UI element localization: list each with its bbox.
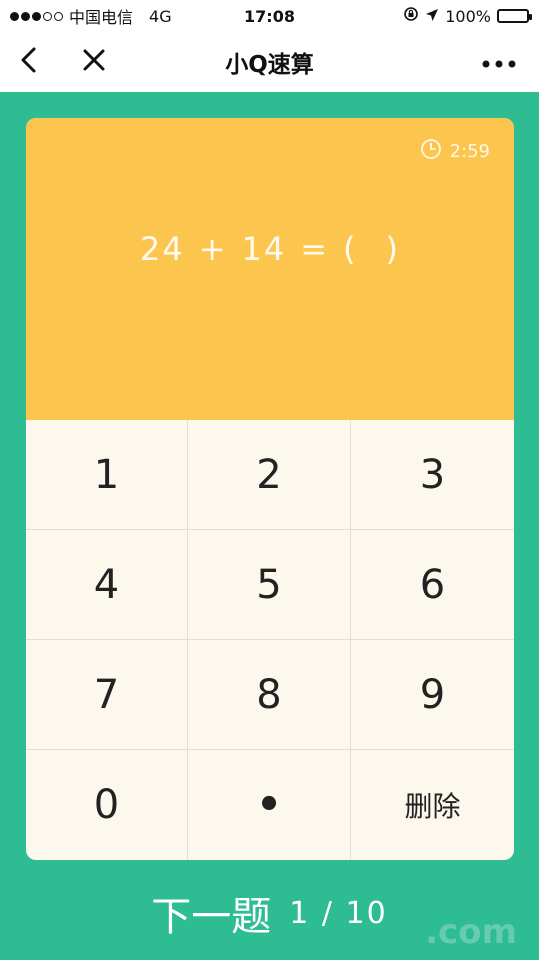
timer-value: 2:59 — [449, 141, 490, 162]
close-paren: ) — [385, 230, 401, 268]
delete-button[interactable]: 删除 — [351, 750, 514, 860]
watermark: .com — [425, 912, 517, 952]
question-progress: 1 / 10 — [289, 896, 387, 931]
left-operand: 24 — [139, 230, 185, 268]
key-3[interactable]: 3 — [351, 420, 514, 530]
key-0[interactable]: 0 — [26, 750, 188, 860]
status-right: 100% — [403, 6, 532, 26]
close-icon — [82, 48, 106, 76]
key-6[interactable]: 6 — [351, 530, 514, 640]
back-button[interactable] — [0, 32, 56, 92]
clock-icon — [420, 138, 442, 165]
close-button[interactable] — [66, 32, 122, 92]
key-7[interactable]: 7 — [26, 640, 188, 750]
progress-total: 10 — [345, 895, 388, 931]
location-arrow-icon — [425, 7, 439, 26]
network-type: 4G — [149, 6, 172, 26]
math-question: 24 +14 = () — [26, 230, 514, 268]
battery-icon — [497, 9, 532, 23]
battery-percent: 100% — [445, 6, 491, 26]
chevron-left-icon — [19, 46, 37, 78]
signal-strength-icon — [10, 11, 63, 21]
progress-separator: / — [321, 895, 334, 931]
right-operand: 14 — [241, 230, 287, 268]
key-1[interactable]: 1 — [26, 420, 188, 530]
equals-sign: = — [300, 230, 330, 268]
status-left: 中国电信 4G — [10, 4, 172, 28]
carrier-name: 中国电信 — [69, 8, 134, 27]
key-5[interactable]: 5 — [188, 530, 351, 640]
operator: + — [198, 230, 228, 268]
key-9[interactable]: 9 — [351, 640, 514, 750]
key-2[interactable]: 2 — [188, 420, 351, 530]
quiz-card: 2:59 24 +14 = () 1 2 3 4 5 6 7 8 9 0 • 删除 — [26, 118, 514, 860]
next-question-button[interactable]: 下一题 — [151, 884, 271, 942]
more-dots-icon — [482, 53, 516, 72]
key-decimal-point[interactable]: • — [188, 750, 351, 860]
key-4[interactable]: 4 — [26, 530, 188, 640]
key-8[interactable]: 8 — [188, 640, 351, 750]
rotation-lock-icon — [403, 6, 419, 26]
status-bar: 中国电信 4G 17:08 100% — [0, 0, 539, 32]
number-keypad: 1 2 3 4 5 6 7 8 9 0 • 删除 — [26, 420, 514, 860]
open-paren: ( — [343, 230, 358, 268]
nav-bar: 小Q速算 — [0, 32, 539, 92]
progress-current: 1 — [289, 895, 311, 931]
countdown-timer: 2:59 — [420, 138, 490, 165]
question-panel: 2:59 24 +14 = () — [26, 118, 514, 420]
more-button[interactable] — [471, 32, 527, 92]
